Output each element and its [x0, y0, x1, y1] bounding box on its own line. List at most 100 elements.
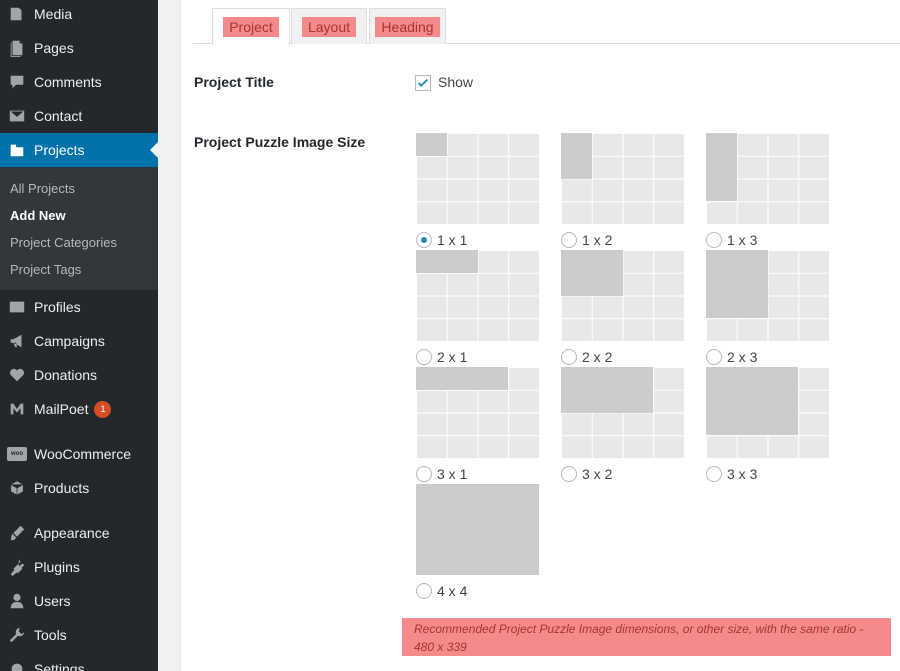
size-radio[interactable] [416, 466, 432, 482]
menu-item-settings[interactable]: Settings [0, 652, 158, 671]
puzzle-fill [416, 133, 447, 156]
puzzle-fill [561, 250, 623, 296]
show-title-label: Show [438, 74, 474, 90]
size-radio[interactable] [561, 232, 577, 248]
size-radio-row[interactable]: 3 x 2 [561, 466, 612, 482]
size-option-2x1[interactable]: 2 x 1 [416, 250, 539, 365]
portfolio-icon [0, 133, 34, 167]
tab-heading[interactable]: Heading [369, 8, 446, 44]
size-option-3x1[interactable]: 3 x 1 [416, 367, 539, 482]
size-radio-row[interactable]: 4 x 4 [416, 583, 467, 599]
submenu-project-tags[interactable]: Project Tags [10, 262, 81, 277]
submenu-add-new[interactable]: Add New [10, 208, 66, 223]
submenu-project-categories[interactable]: Project Categories [10, 235, 117, 250]
size-radio[interactable] [706, 349, 722, 365]
size-radio[interactable] [416, 349, 432, 365]
menu-item-woocommerce[interactable]: woo WooCommerce [0, 437, 158, 471]
size-label: 3 x 3 [727, 466, 758, 482]
checkmark-icon [417, 78, 429, 87]
admin-sidebar: Media Pages Comments Contact Projects Al… [0, 0, 158, 671]
project-title-label: Project Title [194, 74, 274, 90]
size-option-3x3[interactable]: 3 x 3 [706, 367, 829, 482]
puzzle-preview [416, 250, 539, 341]
size-radio[interactable] [706, 232, 722, 248]
menu-item-media[interactable]: Media [0, 0, 158, 31]
size-label: 2 x 3 [727, 349, 758, 365]
size-label: 1 x 1 [437, 232, 468, 248]
size-radio-row[interactable]: 3 x 3 [706, 466, 757, 482]
puzzle-preview [561, 250, 684, 341]
size-option-1x1[interactable]: 1 x 1 [416, 133, 539, 248]
project-options-panel: Project Layout Heading Project Title Sho… [180, 0, 900, 671]
size-option-1x3[interactable]: 1 x 3 [706, 133, 829, 248]
content-gutter [158, 0, 180, 671]
options-tabs: Project Layout Heading [193, 0, 900, 45]
size-radio-row[interactable]: 2 x 1 [416, 349, 467, 365]
size-label: 3 x 1 [437, 466, 468, 482]
mail-icon [0, 99, 34, 133]
size-label: 1 x 3 [727, 232, 758, 248]
menu-item-profiles[interactable]: Profiles [0, 290, 158, 324]
pages-icon [0, 31, 34, 65]
puzzle-fill [416, 250, 478, 273]
puzzle-fill [416, 484, 539, 575]
size-radio[interactable] [706, 466, 722, 482]
puzzle-preview [706, 250, 829, 341]
menu-item-comments[interactable]: Comments [0, 65, 158, 99]
puzzle-fill [706, 250, 768, 319]
size-radio-row[interactable]: 1 x 2 [561, 232, 612, 248]
size-option-2x3[interactable]: 2 x 3 [706, 250, 829, 365]
size-radio-row[interactable]: 2 x 2 [561, 349, 612, 365]
size-option-3x2[interactable]: 3 x 2 [561, 367, 684, 482]
size-option-2x2[interactable]: 2 x 2 [561, 250, 684, 365]
box-icon [0, 471, 34, 505]
menu-item-appearance[interactable]: Appearance [0, 516, 158, 550]
size-option-4x4[interactable]: 4 x 4 [416, 484, 539, 599]
menu-item-pages[interactable]: Pages [0, 31, 158, 65]
settings-icon [0, 652, 34, 671]
size-radio[interactable] [416, 232, 432, 248]
menu-item-donations[interactable]: Donations [0, 358, 158, 392]
tab-layout[interactable]: Layout [291, 8, 367, 44]
size-radio-row[interactable]: 2 x 3 [706, 349, 757, 365]
update-count-badge: 1 [94, 400, 112, 418]
brush-icon [0, 516, 34, 550]
size-radio-row[interactable]: 1 x 1 [416, 232, 467, 248]
plug-icon [0, 550, 34, 584]
menu-item-contact[interactable]: Contact [0, 99, 158, 133]
puzzle-preview [416, 133, 539, 224]
size-radio[interactable] [561, 349, 577, 365]
size-label: 2 x 1 [437, 349, 468, 365]
menu-item-campaigns[interactable]: Campaigns [0, 324, 158, 358]
puzzle-preview [561, 133, 684, 224]
woocommerce-icon: woo [0, 437, 34, 471]
size-label: 4 x 4 [437, 583, 468, 599]
mailpoet-icon [0, 392, 34, 426]
heart-icon [0, 358, 34, 392]
puzzle-fill [561, 133, 592, 179]
puzzle-preview [706, 367, 829, 458]
show-title-checkbox[interactable] [415, 75, 431, 91]
size-radio-row[interactable]: 3 x 1 [416, 466, 467, 482]
size-label: 1 x 2 [582, 232, 613, 248]
menu-item-users[interactable]: Users [0, 584, 158, 618]
puzzle-fill [706, 133, 737, 202]
id-card-icon [0, 290, 34, 324]
size-radio[interactable] [416, 583, 432, 599]
tab-project[interactable]: Project [212, 8, 290, 45]
menu-item-tools[interactable]: Tools [0, 618, 158, 652]
menu-item-plugins[interactable]: Plugins [0, 550, 158, 584]
puzzle-size-label: Project Puzzle Image Size [194, 134, 366, 150]
submenu-all-projects[interactable]: All Projects [10, 181, 75, 196]
puzzle-fill [561, 367, 654, 413]
menu-item-products[interactable]: Products [0, 471, 158, 505]
puzzle-preview [416, 367, 539, 458]
size-radio-row[interactable]: 1 x 3 [706, 232, 757, 248]
menu-item-projects[interactable]: Projects [0, 133, 158, 167]
puzzle-fill [416, 367, 509, 390]
size-option-1x2[interactable]: 1 x 2 [561, 133, 684, 248]
menu-item-mailpoet[interactable]: MailPoet 1 [0, 392, 158, 426]
size-radio[interactable] [561, 466, 577, 482]
wrench-icon [0, 618, 34, 652]
media-icon [0, 0, 34, 31]
